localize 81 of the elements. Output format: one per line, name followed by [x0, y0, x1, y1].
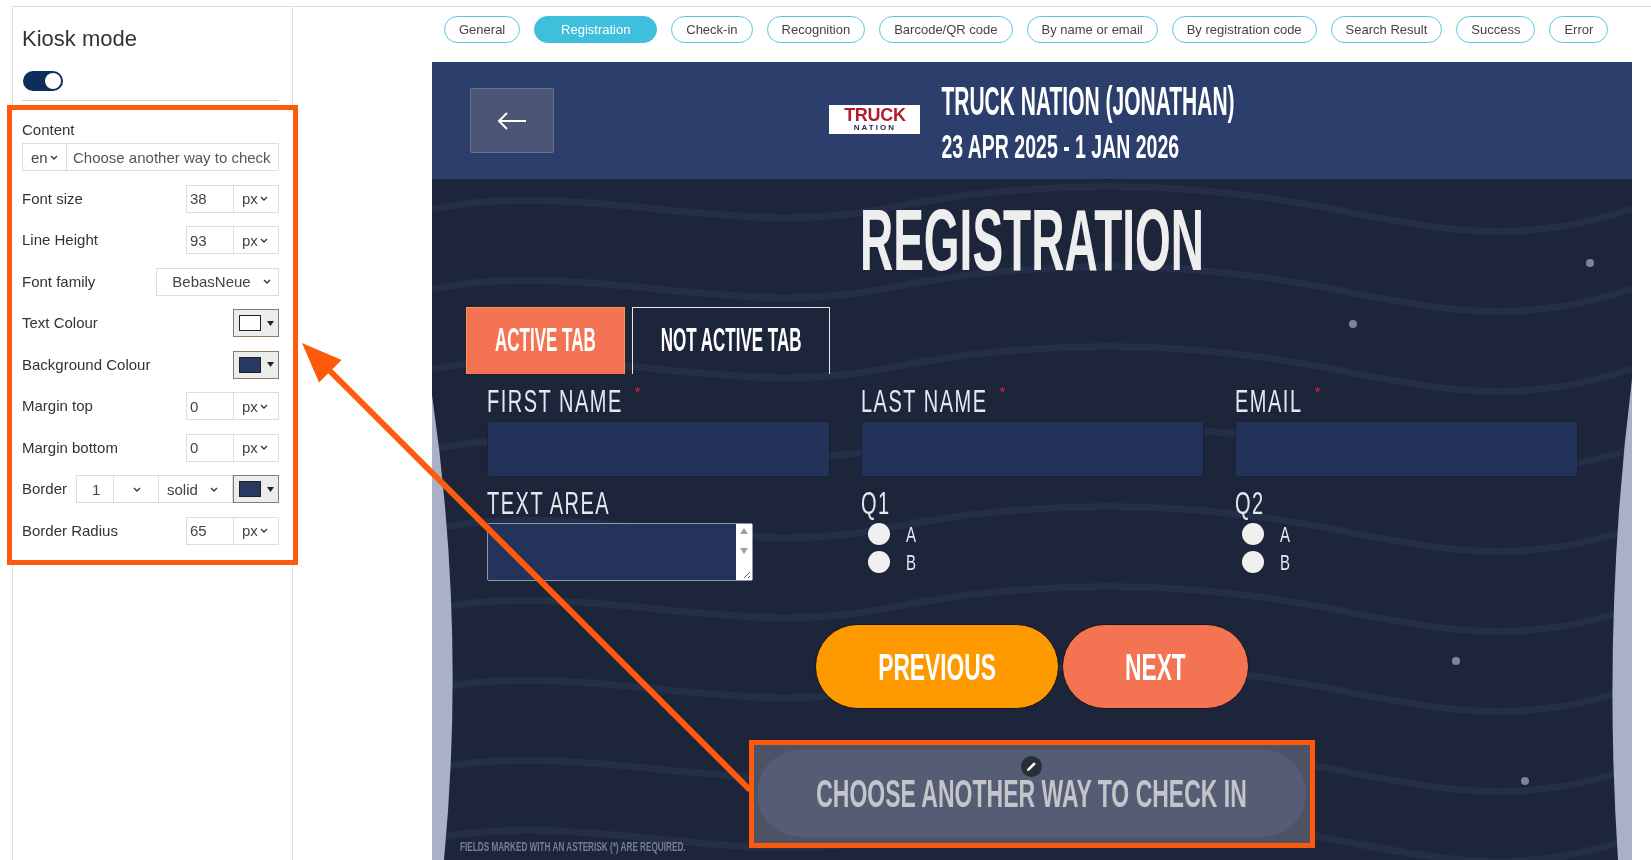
unit-select[interactable]: px [234, 433, 279, 462]
setting-label: Margin top [22, 396, 93, 416]
language-select[interactable]: en [22, 143, 67, 171]
setting-label: Background Colour [22, 354, 151, 375]
dropdown-triangle-icon [267, 486, 274, 492]
setting-label: Font size [22, 188, 83, 209]
radio-button[interactable] [868, 551, 890, 573]
field-label: FIRST NAME [487, 388, 623, 414]
field-label: TEXT AREA [487, 490, 611, 516]
color-picker[interactable] [233, 350, 279, 379]
number-input[interactable]: 65 [186, 516, 234, 545]
unit-select[interactable]: px [234, 226, 279, 254]
field-label: LAST NAME [861, 388, 988, 414]
tab[interactable]: Barcode/QR code [879, 16, 1013, 43]
border-style-select[interactable]: solid [159, 475, 233, 503]
radio-button[interactable] [868, 523, 890, 545]
event-dates: 23 APR 2025 - 1 JAN 2026 [941, 133, 1180, 159]
tab[interactable]: General [444, 16, 521, 43]
radio-label: B [1280, 551, 1290, 573]
footnote: FIELDS MARKED WITH AN ASTERISK (*) ARE REQUIRED. [460, 840, 686, 855]
setting-label: Line Height [22, 230, 98, 250]
logo-text: NATION [853, 122, 896, 132]
logo-text: TRUCK [844, 107, 906, 123]
setting-label: Border Radius [22, 520, 118, 541]
text-input[interactable] [1235, 421, 1578, 477]
kiosk-mode-toggle[interactable] [23, 71, 63, 91]
text-area-field[interactable] [487, 523, 753, 581]
text-input[interactable] [861, 421, 1204, 477]
tab[interactable]: Success [1456, 16, 1536, 43]
caret-icon [133, 486, 141, 492]
radio-label: B [906, 551, 916, 573]
font-select[interactable]: BebasNeue [156, 267, 279, 296]
setting-label: Margin bottom [22, 437, 118, 458]
number-input[interactable]: 0 [186, 433, 234, 462]
setting-label: Text Colour [22, 313, 98, 333]
unit-select[interactable]: px [234, 184, 279, 213]
color-picker[interactable] [233, 309, 279, 337]
radio-button[interactable] [1242, 551, 1264, 573]
required-mark: * [999, 384, 1006, 399]
field-label: Content [22, 120, 75, 140]
scrollbar-icon [736, 524, 752, 580]
text-input[interactable] [487, 421, 830, 477]
caret-icon [259, 196, 268, 201]
caret-icon [259, 528, 268, 533]
unit-select[interactable]: px [234, 392, 279, 420]
caret-icon [209, 486, 218, 492]
color-picker[interactable] [233, 475, 279, 503]
caret-icon [259, 445, 268, 450]
setting-label: Font family [22, 271, 96, 292]
field-label: EMAIL [1235, 388, 1303, 414]
panel-title: Kiosk mode [22, 26, 137, 52]
required-mark: * [634, 384, 641, 399]
radio-label: A [906, 523, 916, 545]
dropdown-triangle-icon [267, 320, 274, 326]
pencil-icon[interactable] [1021, 756, 1042, 777]
tab[interactable]: By registration code [1171, 16, 1317, 43]
tab[interactable]: Error [1549, 16, 1609, 43]
radio-label: A [1280, 523, 1290, 545]
setting-label: Border [22, 479, 68, 499]
content-text-input[interactable]: Choose another way to check [67, 143, 279, 171]
tab[interactable]: By name or email [1026, 16, 1158, 43]
tab[interactable]: Recognition [766, 16, 866, 43]
page-heading: REGISTRATION [859, 201, 1205, 278]
check-in-option-button[interactable]: CHOOSE ANOTHER WAY TO CHECK IN [757, 750, 1306, 837]
number-input[interactable]: 93 [186, 226, 234, 254]
border-width-input[interactable]: 1 [76, 475, 114, 503]
unit-select[interactable]: px [234, 516, 279, 545]
caret-icon [49, 154, 58, 160]
arrow-left-icon [497, 111, 527, 130]
number-input[interactable]: 0 [186, 392, 234, 420]
caret-icon [262, 279, 271, 284]
tab[interactable]: Search Result [1330, 16, 1443, 43]
radio-button[interactable] [1242, 523, 1264, 545]
form-tab[interactable]: NOT ACTIVE TAB [631, 307, 831, 374]
tab[interactable]: Check-in [671, 16, 753, 43]
number-input[interactable]: 38 [186, 184, 234, 213]
event-title: TRUCK NATION (JONATHAN) [941, 77, 1235, 125]
caret-icon [259, 237, 268, 243]
caret-icon [259, 403, 268, 409]
required-mark: * [1314, 384, 1321, 399]
dropdown-triangle-icon [267, 362, 274, 367]
